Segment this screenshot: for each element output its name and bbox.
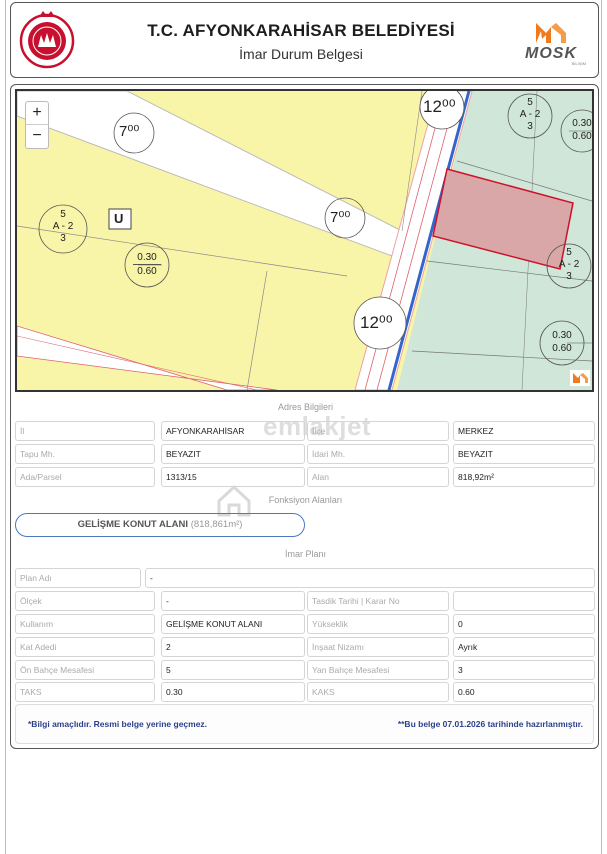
kat-value: 2 [161, 637, 305, 657]
tasdik-value [453, 591, 595, 611]
disclaimer-note: *Bilgi amaçlıdır. Resmi belge yerine geç… [28, 719, 208, 729]
zone-symbol: U [114, 211, 124, 226]
yukseklik-value: 0 [453, 614, 595, 634]
olcek-value: - [161, 591, 305, 611]
zone-code: 5A - 23 [519, 97, 541, 132]
ada-label: Ada/Parsel [15, 467, 155, 487]
date-note: **Bu belge 07.01.2026 tarihinde hazırlan… [397, 719, 583, 729]
kat-label: Kat Adedi [15, 637, 155, 657]
function-area-name: GELİŞME KONUT ALANI [77, 519, 189, 530]
zoning-map[interactable]: 7⁰⁰ 7⁰⁰ 12⁰⁰ 12⁰⁰ U 5A - 23 0.30 0.60 5A … [15, 89, 594, 392]
idari-label: İdari Mh. [307, 444, 449, 464]
tasdik-label: Tasdik Tarihi | Karar No [307, 591, 449, 611]
alan-value: 818,92m² [453, 467, 595, 487]
function-area-size: (818,861m²) [190, 519, 243, 530]
ratio-code: 0.30 0.60 [552, 330, 572, 354]
road-label: 7⁰⁰ [330, 209, 351, 226]
plan-adi-label: Plan Adı [15, 568, 141, 588]
zone-code: 5A - 23 [52, 209, 74, 244]
mosk-m-icon [536, 23, 566, 43]
section-title-fonksiyon: Fonksiyon Alanları [268, 495, 343, 505]
zoom-out-button[interactable]: − [26, 125, 48, 148]
insaat-value: Ayrık [453, 637, 595, 657]
idari-value: BEYAZIT [453, 444, 595, 464]
ratio-code: 0.30 0.60 [133, 251, 161, 278]
road-label: 12⁰⁰ [360, 313, 393, 332]
municipality-seal-icon [19, 11, 75, 69]
main-panel: 7⁰⁰ 7⁰⁰ 12⁰⁰ 12⁰⁰ U 5A - 23 0.30 0.60 5A … [10, 84, 599, 749]
zoom-in-button[interactable]: + [26, 102, 48, 125]
ratio-code: 0.30 0.60 [572, 118, 592, 142]
yukseklik-label: Yükseklik [307, 614, 449, 634]
tapu-value: BEYAZIT [161, 444, 305, 464]
document-page: T.C. AFYONKARAHİSAR BELEDİYESİ İmar Duru… [5, 0, 602, 854]
ilce-label: İlçe [307, 421, 449, 441]
yan-bahce-label: Yan Bahçe Mesafesi [307, 660, 449, 680]
page-title: T.C. AFYONKARAHİSAR BELEDİYESİ [147, 21, 455, 40]
kullanim-value: GELİŞME KONUT ALANI [161, 614, 305, 634]
road-label: 7⁰⁰ [119, 123, 140, 140]
brand-sub: BİLİŞİM [571, 61, 586, 66]
kullanim-label: Kullanım [15, 614, 155, 634]
page-subtitle: İmar Durum Belgesi [239, 46, 363, 62]
il-label: İl [15, 421, 155, 441]
ada-value: 1313/15 [161, 467, 305, 487]
on-bahce-value: 5 [161, 660, 305, 680]
map-canvas [17, 91, 592, 390]
tapu-label: Tapu Mh. [15, 444, 155, 464]
footer-notes: *Bilgi amaçlıdır. Resmi belge yerine geç… [15, 704, 594, 744]
function-area-badge[interactable]: GELİŞME KONUT ALANI (818,861m²) [15, 513, 305, 537]
zoom-control: + − [25, 101, 49, 149]
mosk-logo: MOSK BİLİŞİM [512, 19, 590, 67]
ilce-value: MERKEZ [453, 421, 595, 441]
section-title-imar: İmar Planı [284, 549, 326, 559]
alan-label: Alan [307, 467, 449, 487]
insaat-label: İnşaat Nizamı [307, 637, 449, 657]
road-label: 12⁰⁰ [423, 97, 456, 116]
il-value: AFYONKARAHİSAR [161, 421, 305, 441]
taks-value: 0.30 [161, 682, 305, 702]
zone-code: 5A - 23 [558, 247, 580, 282]
on-bahce-label: Ön Bahçe Mesafesi [15, 660, 155, 680]
olcek-label: Ölçek [15, 591, 155, 611]
plan-adi-value: - [145, 568, 595, 588]
yan-bahce-value: 3 [453, 660, 595, 680]
kaks-value: 0.60 [453, 682, 595, 702]
kaks-label: KAKS [307, 682, 449, 702]
document-header: T.C. AFYONKARAHİSAR BELEDİYESİ İmar Duru… [10, 2, 599, 78]
section-title-adres: Adres Bilgileri [277, 402, 334, 412]
taks-label: TAKS [15, 682, 155, 702]
